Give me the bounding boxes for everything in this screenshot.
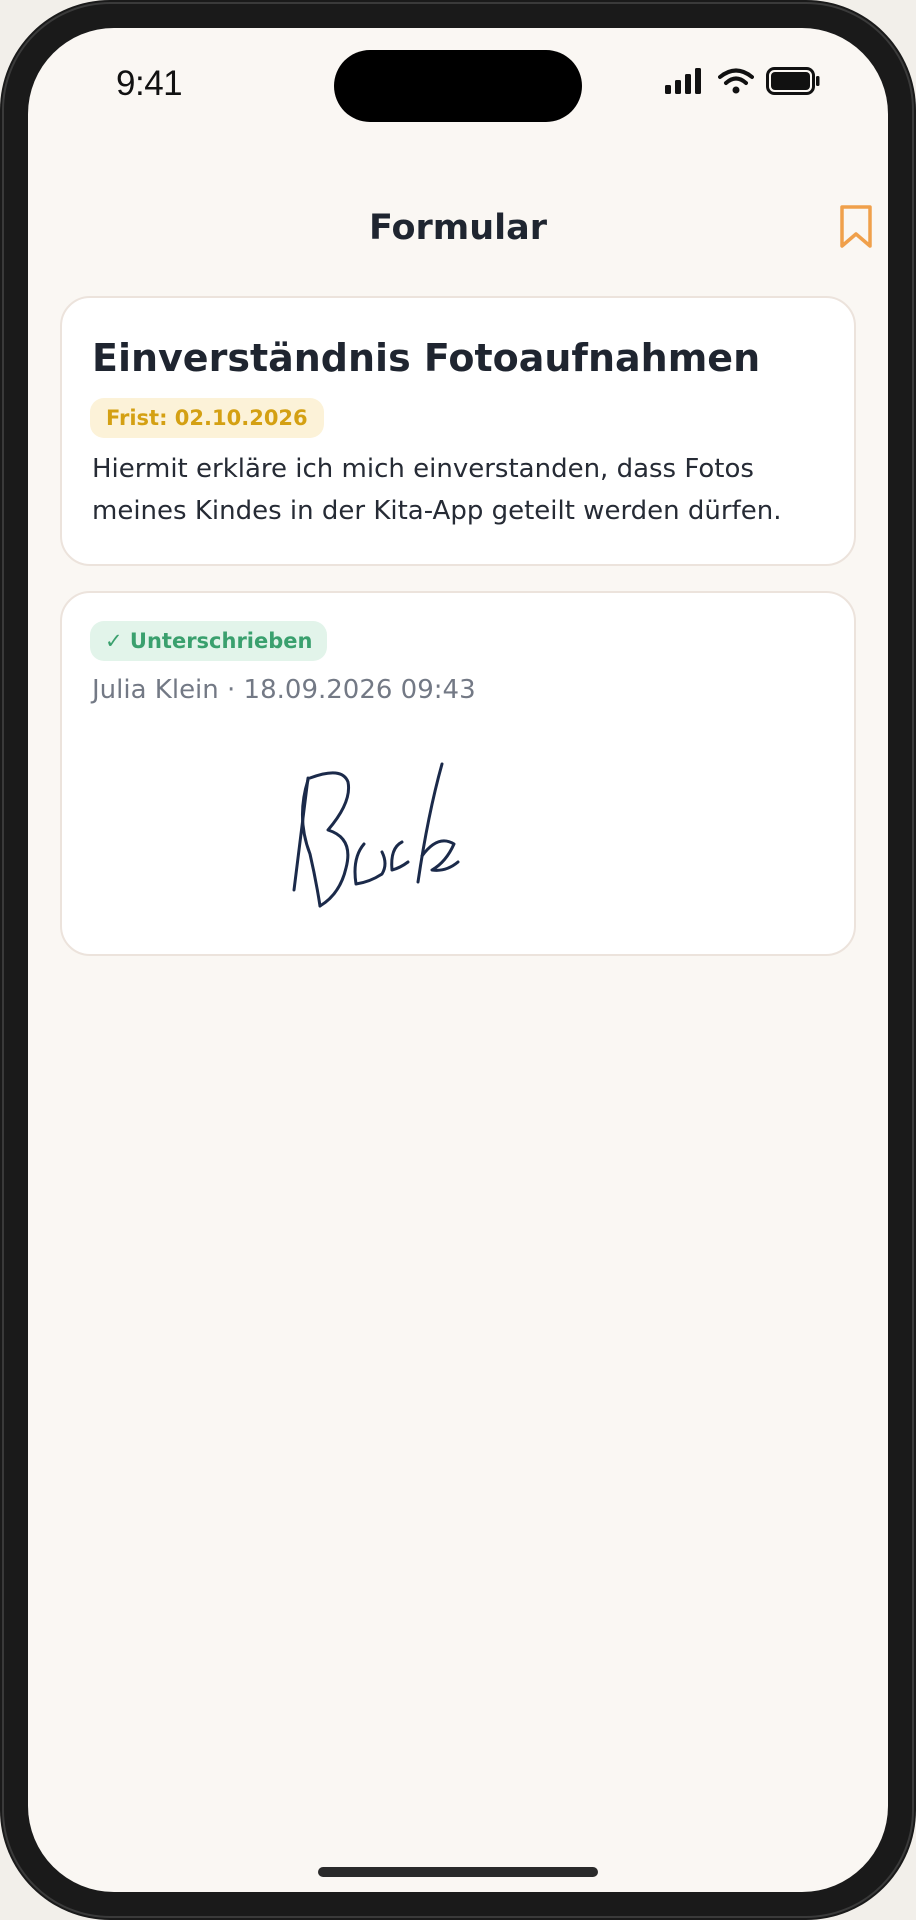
deadline-badge: Frist: 02.10.2026 (90, 398, 324, 438)
signature-image (292, 762, 460, 908)
wifi-icon (718, 68, 754, 94)
status-bar: 9:41 (28, 28, 888, 138)
form-description: Hiermit erkläre ich mich einverstanden, … (92, 454, 782, 526)
home-indicator[interactable] (318, 1867, 598, 1877)
dynamic-island (334, 50, 582, 122)
status-time: 9:41 (116, 64, 183, 103)
signal-icon (665, 68, 701, 94)
navigation-bar: Formular (28, 168, 888, 248)
signer-meta: Julia Klein · 18.09.2026 09:43 (92, 675, 476, 705)
form-title: Einverständnis Fotoaufnahmen (92, 336, 761, 380)
form-card: Einverständnis Fotoaufnahmen Frist: 02.1… (60, 296, 856, 566)
app-screen: 9:41 Formular Einverständnis Fotoaufnahm… (28, 28, 888, 1892)
signature-card: ✓ Unterschrieben Julia Klein · 18.09.202… (60, 591, 856, 956)
bookmark-icon[interactable] (838, 204, 874, 250)
page-title: Formular (368, 208, 548, 248)
battery-icon (766, 67, 820, 95)
signed-status-badge: ✓ Unterschrieben (90, 621, 328, 661)
device-frame: 9:41 Formular Einverständnis Fotoaufnahm… (0, 0, 916, 1920)
